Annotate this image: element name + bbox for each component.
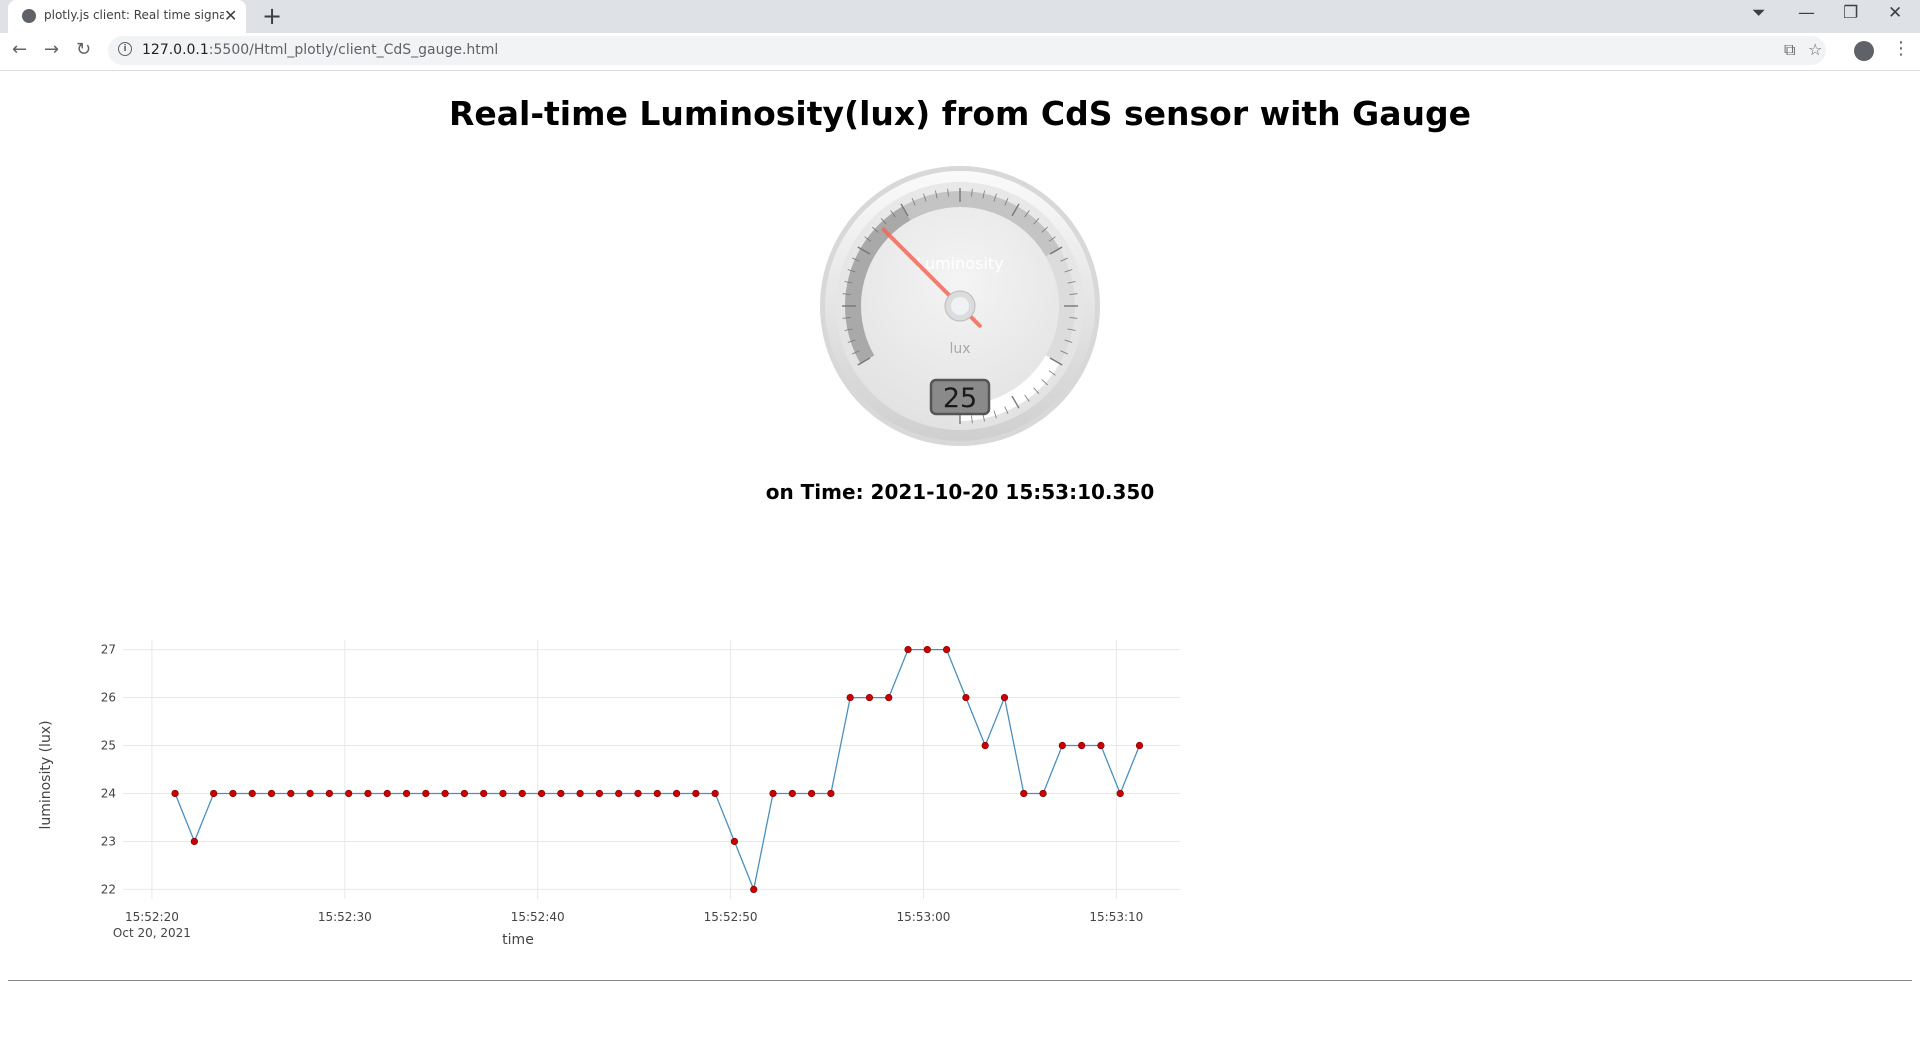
profile-avatar-icon[interactable]: [1854, 41, 1874, 61]
data-point[interactable]: [750, 885, 758, 894]
data-point[interactable]: [1135, 741, 1144, 750]
data-point[interactable]: [287, 789, 295, 798]
address-bar[interactable]: i 127.0.0.1:5500/Html_plotly/client_CdS_…: [108, 36, 1826, 65]
data-point[interactable]: [306, 789, 314, 798]
data-point[interactable]: [1116, 789, 1124, 798]
data-point[interactable]: [904, 645, 912, 654]
gauge-title: Luminosity: [916, 254, 1003, 273]
browser-tab[interactable]: plotly.js client: Real time signals ✕: [8, 0, 246, 33]
data-point[interactable]: [518, 789, 526, 798]
horizontal-rule: [8, 980, 1912, 981]
data-point[interactable]: [962, 693, 970, 702]
page-title: Real-time Luminosity(lux) from CdS senso…: [448, 94, 1472, 133]
data-point[interactable]: [499, 789, 507, 798]
reload-icon[interactable]: ↻: [76, 39, 91, 60]
data-point[interactable]: [1000, 693, 1009, 702]
data-point[interactable]: [653, 789, 661, 798]
data-point[interactable]: [422, 789, 430, 798]
menu-kebab-icon[interactable]: ⋮: [1892, 38, 1910, 59]
minimize-icon[interactable]: —: [1798, 3, 1815, 23]
data-point[interactable]: [537, 789, 546, 798]
data-point[interactable]: [846, 693, 854, 702]
close-icon[interactable]: ✕: [224, 6, 237, 25]
x-tick-label: 15:52:40: [511, 910, 565, 924]
back-icon[interactable]: ←: [12, 39, 27, 60]
data-point[interactable]: [827, 789, 835, 798]
data-point[interactable]: [865, 693, 874, 702]
data-point[interactable]: [441, 789, 449, 798]
data-point[interactable]: [807, 789, 816, 798]
luminosity-line-chart: 22 23 24 25 26 27 15:52:20 Oct 20, 2021 15:52:3…: [38, 640, 1180, 948]
data-point[interactable]: [711, 789, 719, 798]
data-point[interactable]: [595, 789, 604, 798]
gauge-value-readout: 25: [943, 383, 977, 414]
data-point[interactable]: [1097, 741, 1105, 750]
x-tick-sublabel: Oct 20, 2021: [113, 926, 191, 940]
data-point[interactable]: [730, 837, 739, 846]
y-tick-label: 22: [101, 882, 116, 896]
x-tick-label: 15:53:00: [897, 910, 951, 924]
data-point[interactable]: [634, 789, 642, 798]
y-tick-label: 27: [101, 643, 116, 657]
restore-icon[interactable]: ❐: [1843, 3, 1858, 23]
data-point[interactable]: [383, 789, 391, 798]
data-point[interactable]: [788, 789, 796, 798]
data-point[interactable]: [1020, 789, 1028, 798]
x-axis-title: time: [502, 932, 534, 948]
x-tick-label: 15:53:10: [1089, 910, 1143, 924]
data-point[interactable]: [171, 789, 179, 798]
tab-search-icon[interactable]: ⏷: [1752, 3, 1766, 23]
browser-toolbar: ← → ↻ i 127.0.0.1:5500/Html_plotly/clien…: [0, 33, 1920, 71]
time-readout: on Time: 2021-10-20 15:53:10.350: [765, 480, 1155, 504]
data-point[interactable]: [229, 789, 237, 798]
series-line: [174, 648, 1141, 892]
info-icon[interactable]: i: [118, 42, 132, 56]
data-point[interactable]: [345, 789, 353, 798]
x-tick-label: 15:52:20: [125, 910, 179, 924]
data-point[interactable]: [1058, 741, 1066, 750]
data-point[interactable]: [943, 645, 951, 654]
luminosity-gauge: Luminosity lux 25: [820, 166, 1100, 446]
data-point[interactable]: [267, 789, 276, 798]
data-point[interactable]: [460, 789, 469, 798]
data-point[interactable]: [923, 645, 931, 654]
data-point[interactable]: [1078, 741, 1086, 750]
globe-icon: [22, 9, 36, 23]
data-point[interactable]: [325, 789, 333, 798]
y-tick-label: 23: [101, 834, 116, 848]
y-axis-title: luminosity (lux): [38, 720, 54, 829]
data-point[interactable]: [210, 789, 218, 798]
data-point[interactable]: [364, 789, 372, 798]
data-point[interactable]: [1039, 789, 1047, 798]
tab-bar: plotly.js client: Real time signals ✕ + …: [0, 0, 1920, 33]
data-point[interactable]: [576, 789, 584, 798]
y-tick-label: 24: [101, 786, 116, 800]
data-point[interactable]: [480, 789, 488, 798]
data-point[interactable]: [402, 789, 411, 798]
data-point[interactable]: [615, 789, 623, 798]
new-tab-button[interactable]: +: [262, 2, 282, 30]
data-point[interactable]: [672, 789, 681, 798]
window-close-icon[interactable]: ✕: [1888, 3, 1902, 23]
data-point[interactable]: [885, 693, 893, 702]
data-point[interactable]: [248, 789, 256, 798]
forward-icon[interactable]: →: [44, 39, 59, 60]
tab-title: plotly.js client: Real time signals: [44, 8, 224, 22]
x-tick-label: 15:52:30: [318, 910, 372, 924]
bookmark-star-icon[interactable]: ☆: [1808, 40, 1822, 59]
gauge-units: lux: [949, 341, 970, 357]
translate-icon[interactable]: ⧉: [1784, 40, 1795, 60]
data-point[interactable]: [190, 837, 198, 846]
url-text[interactable]: 127.0.0.1:5500/Html_plotly/client_CdS_ga…: [142, 42, 498, 58]
data-point[interactable]: [769, 789, 777, 798]
data-point[interactable]: [981, 741, 989, 750]
y-tick-label: 25: [101, 739, 116, 753]
data-point[interactable]: [692, 789, 700, 798]
x-tick-label: 15:52:50: [704, 910, 758, 924]
gauge-needle-hub-cap: [951, 297, 969, 315]
data-point[interactable]: [557, 789, 565, 798]
y-tick-label: 26: [101, 691, 116, 705]
